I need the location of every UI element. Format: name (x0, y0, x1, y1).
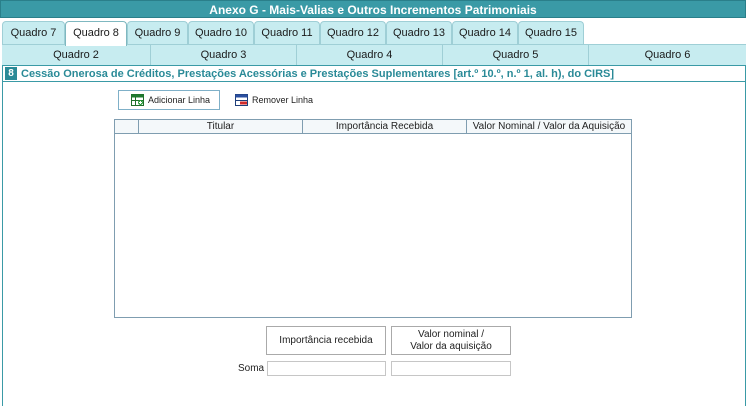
soma-valor-nominal-field (391, 361, 511, 376)
tab-quadro-7[interactable]: Quadro 7 (2, 21, 65, 44)
tab-quadro-6[interactable]: Quadro 6 (588, 45, 746, 66)
tab-quadro-12[interactable]: Quadro 12 (320, 21, 386, 44)
section-number: 8 (5, 67, 17, 80)
table-header: Titular Importância Recebida Valor Nomin… (115, 120, 631, 134)
totals-header-importancia: Importância recebida (266, 326, 386, 355)
column-header-index (115, 120, 139, 133)
tab-quadro-4[interactable]: Quadro 4 (296, 45, 442, 66)
window-title: Anexo G - Mais-Valias e Outros Increment… (0, 0, 746, 18)
totals-header-valor-line1: Valor nominal / (418, 328, 484, 340)
add-row-button[interactable]: Adicionar Linha (118, 90, 220, 110)
tab-quadro-2[interactable]: Quadro 2 (2, 45, 150, 66)
soma-label: Soma (238, 363, 265, 374)
column-header-valor-nominal: Valor Nominal / Valor da Aquisição (472, 121, 626, 132)
tab-quadro-9[interactable]: Quadro 9 (127, 21, 188, 44)
remove-row-button[interactable]: Remover Linha (235, 90, 325, 110)
tabs-row-2: Quadro 2 Quadro 3 Quadro 4 Quadro 5 Quad… (2, 44, 746, 66)
tab-quadro-11[interactable]: Quadro 11 (254, 21, 320, 44)
section-title: Cessão Onerosa de Créditos, Prestações A… (21, 67, 615, 80)
column-header-importancia: Importância Recebida (303, 120, 467, 133)
tab-quadro-15[interactable]: Quadro 15 (518, 21, 584, 44)
tab-quadro-5[interactable]: Quadro 5 (442, 45, 588, 66)
tab-quadro-10[interactable]: Quadro 10 (188, 21, 254, 44)
remove-row-label: Remover Linha (252, 95, 314, 105)
remove-row-icon (235, 94, 248, 106)
column-header-titular: Titular (139, 120, 303, 133)
quadro-panel: 8 Cessão Onerosa de Créditos, Prestações… (2, 65, 746, 406)
totals-header-valor-line2: Valor da aquisição (410, 340, 492, 352)
add-row-icon (131, 94, 144, 106)
data-table[interactable]: Titular Importância Recebida Valor Nomin… (114, 119, 632, 318)
tab-quadro-8[interactable]: Quadro 8 (65, 21, 127, 46)
add-row-label: Adicionar Linha (148, 95, 211, 105)
totals-header-valor-nominal: Valor nominal / Valor da aquisição (391, 326, 511, 355)
tab-quadro-3[interactable]: Quadro 3 (150, 45, 296, 66)
tab-quadro-13[interactable]: Quadro 13 (386, 21, 452, 44)
soma-importancia-field (267, 361, 386, 376)
section-header: 8 Cessão Onerosa de Créditos, Prestações… (3, 66, 745, 82)
tab-quadro-14[interactable]: Quadro 14 (452, 21, 518, 44)
